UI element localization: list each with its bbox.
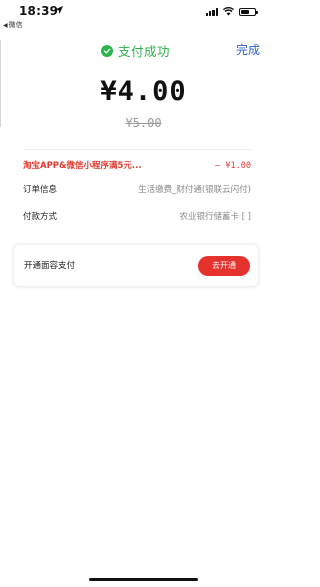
success-status: 支付成功 <box>101 41 170 60</box>
battery-fill <box>240 9 249 14</box>
discount-label: 淘宝APP&微信小程序满5元... <box>23 161 142 171</box>
payment-method-value: 农业银行储蓄卡 [ ] <box>179 212 251 222</box>
order-info-value: 生活缴费_财付通(银联云闪付) <box>138 185 251 195</box>
status-bar: 18:39 ◀微信 <box>0 0 287 34</box>
face-pay-card: 开通面容支付 去开通 <box>13 244 259 287</box>
paid-amount: ¥4.00 <box>100 76 187 107</box>
order-info-row[interactable]: 订单信息 生活缴费_财付通(银联云闪付) <box>23 183 251 197</box>
home-indicator[interactable] <box>89 578 198 581</box>
discount-value: – ¥1.00 <box>215 161 251 171</box>
back-arrow-icon: ◀ <box>3 22 8 29</box>
location-arrow-icon <box>55 6 63 14</box>
discount-row[interactable]: 淘宝APP&微信小程序满5元... – ¥1.00 <box>23 159 251 173</box>
face-pay-label: 开通面容支付 <box>24 261 76 271</box>
signal-icon <box>206 7 218 16</box>
check-circle-icon <box>101 44 113 57</box>
enable-face-pay-button[interactable]: 去开通 <box>198 256 250 276</box>
payment-method-label: 付款方式 <box>23 212 58 222</box>
status-time: 18:39 <box>19 4 59 18</box>
result-header: 支付成功 完成 <box>0 38 287 60</box>
order-info-label: 订单信息 <box>23 185 58 195</box>
original-amount: ¥5.00 <box>125 116 162 130</box>
divider <box>23 149 251 150</box>
page-title: 支付成功 <box>118 44 171 59</box>
payment-method-row: 付款方式 农业银行储蓄卡 [ ] <box>23 210 251 224</box>
done-button[interactable]: 完成 <box>236 41 260 58</box>
battery-icon <box>238 7 258 16</box>
back-to-app-link[interactable]: ◀微信 <box>3 20 23 30</box>
wifi-icon <box>222 7 234 16</box>
status-indicators <box>206 7 258 16</box>
back-app-label: 微信 <box>8 21 23 29</box>
